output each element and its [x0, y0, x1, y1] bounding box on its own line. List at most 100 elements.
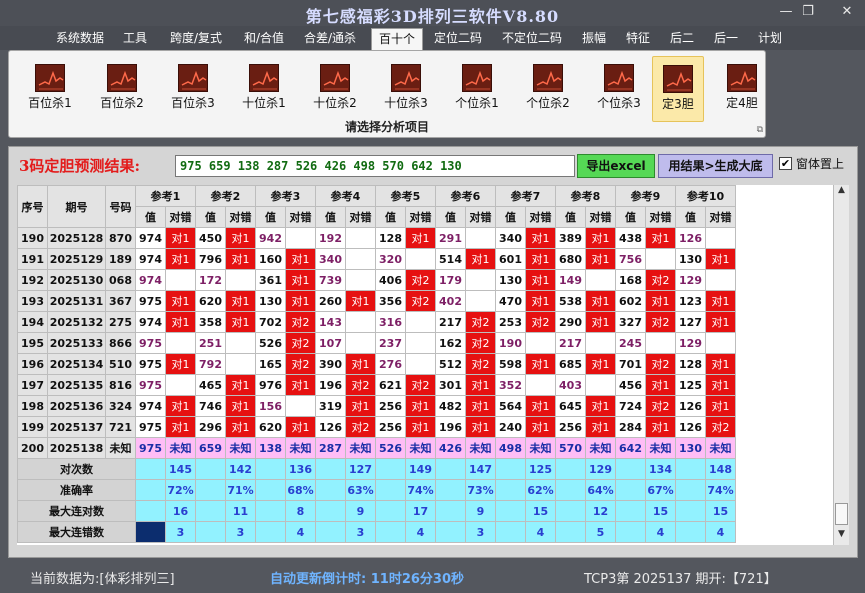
header-ref[interactable]: 参考7	[495, 185, 556, 207]
cell-value[interactable]: 130	[675, 437, 706, 459]
stats-pad[interactable]	[495, 458, 526, 480]
stats-value[interactable]: 134	[645, 458, 676, 480]
stats-label[interactable]: 最大连错数	[17, 521, 136, 543]
cell-value[interactable]: 130	[255, 290, 286, 312]
header-value[interactable]: 值	[495, 206, 526, 228]
stats-pad[interactable]	[195, 500, 226, 522]
cell-value[interactable]: 601	[495, 248, 526, 270]
row-seq[interactable]: 200	[17, 437, 48, 459]
cell-value[interactable]: 358	[195, 311, 226, 333]
cell-hit[interactable]: 对1	[465, 416, 496, 438]
cell-hit[interactable]	[645, 332, 676, 354]
cell-hit[interactable]	[585, 269, 616, 291]
header-value[interactable]: 值	[375, 206, 406, 228]
cell-hit[interactable]: 对2	[405, 374, 436, 396]
stats-pad[interactable]	[555, 500, 586, 522]
menu-system-data[interactable]: 系统数据	[50, 28, 110, 50]
cell-value[interactable]: 126	[675, 395, 706, 417]
stats-pad[interactable]	[495, 521, 526, 543]
row-number[interactable]: 870	[105, 227, 136, 249]
cell-hit[interactable]: 对1	[225, 374, 256, 396]
cell-value[interactable]: 975	[135, 416, 166, 438]
cell-hit[interactable]: 对1	[525, 227, 556, 249]
ribbon-button[interactable]: 定3胆	[652, 56, 704, 122]
cell-value[interactable]: 296	[195, 416, 226, 438]
cell-value[interactable]: 739	[315, 269, 346, 291]
cell-value[interactable]: 974	[135, 248, 166, 270]
cell-hit[interactable]: 对1	[525, 416, 556, 438]
stats-pad[interactable]	[375, 479, 406, 501]
cell-hit[interactable]: 对1	[525, 395, 556, 417]
cell-value[interactable]: 450	[195, 227, 226, 249]
stats-value[interactable]: 12	[585, 500, 616, 522]
cell-value[interactable]: 538	[555, 290, 586, 312]
row-number[interactable]: 未知	[105, 437, 136, 459]
cell-value[interactable]: 659	[195, 437, 226, 459]
stats-value[interactable]: 9	[345, 500, 376, 522]
vertical-scrollbar[interactable]: ▲ ▼	[833, 185, 849, 545]
cell-value[interactable]: 172	[195, 269, 226, 291]
header-value[interactable]: 值	[135, 206, 166, 228]
stats-value[interactable]: 129	[585, 458, 616, 480]
cell-value[interactable]: 319	[315, 395, 346, 417]
cell-value[interactable]: 975	[135, 332, 166, 354]
stats-pad[interactable]	[495, 479, 526, 501]
stats-pad[interactable]	[675, 458, 706, 480]
cell-hit[interactable]: 对2	[405, 290, 436, 312]
cell-value[interactable]: 792	[195, 353, 226, 375]
stats-pad[interactable]	[435, 458, 466, 480]
stats-label[interactable]: 准确率	[17, 479, 136, 501]
stats-pad[interactable]	[675, 479, 706, 501]
cell-value[interactable]: 756	[615, 248, 646, 270]
cell-value[interactable]: 260	[315, 290, 346, 312]
header-value[interactable]: 值	[555, 206, 586, 228]
cell-value[interactable]: 130	[495, 269, 526, 291]
cell-value[interactable]: 403	[555, 374, 586, 396]
cell-value[interactable]: 127	[675, 311, 706, 333]
cell-hit[interactable]: 对1	[345, 395, 376, 417]
row-seq[interactable]: 190	[17, 227, 48, 249]
header-hit[interactable]: 对错	[705, 206, 736, 228]
cell-value[interactable]: 287	[315, 437, 346, 459]
cell-hit[interactable]: 对1	[465, 374, 496, 396]
row-period[interactable]: 2025133	[47, 332, 106, 354]
row-seq[interactable]: 195	[17, 332, 48, 354]
cell-value[interactable]: 621	[375, 374, 406, 396]
cell-value[interactable]: 143	[315, 311, 346, 333]
cell-hit[interactable]: 对1	[585, 290, 616, 312]
header-value[interactable]: 值	[315, 206, 346, 228]
stats-value[interactable]: 4	[285, 521, 316, 543]
cell-value[interactable]: 123	[675, 290, 706, 312]
cell-hit[interactable]: 对1	[225, 227, 256, 249]
stats-pad[interactable]	[675, 500, 706, 522]
cell-hit[interactable]	[465, 227, 496, 249]
cell-value[interactable]: 514	[435, 248, 466, 270]
stats-pad[interactable]	[375, 458, 406, 480]
row-seq[interactable]: 198	[17, 395, 48, 417]
header-number[interactable]: 号码	[105, 185, 136, 228]
menu-digits[interactable]: 百十个	[371, 28, 423, 50]
cell-hit[interactable]: 对2	[285, 353, 316, 375]
stats-value[interactable]: 62%	[525, 479, 556, 501]
cell-value[interactable]: 974	[135, 269, 166, 291]
header-value[interactable]: 值	[675, 206, 706, 228]
cell-hit[interactable]: 对2	[465, 353, 496, 375]
cell-value[interactable]: 253	[495, 311, 526, 333]
stats-value[interactable]: 125	[525, 458, 556, 480]
cell-value[interactable]: 179	[435, 269, 466, 291]
cell-hit[interactable]	[225, 353, 256, 375]
cell-value[interactable]: 356	[375, 290, 406, 312]
cell-hit[interactable]: 未知	[285, 437, 316, 459]
cell-value[interactable]: 162	[435, 332, 466, 354]
row-seq[interactable]: 191	[17, 248, 48, 270]
menu-last-one[interactable]: 后一	[707, 28, 745, 50]
cell-hit[interactable]	[525, 374, 556, 396]
cell-value[interactable]: 284	[615, 416, 646, 438]
header-hit[interactable]: 对错	[225, 206, 256, 228]
stats-value[interactable]: 74%	[405, 479, 436, 501]
cell-value[interactable]: 620	[195, 290, 226, 312]
cell-value[interactable]: 512	[435, 353, 466, 375]
stats-value[interactable]: 3	[165, 521, 196, 543]
cell-value[interactable]: 128	[375, 227, 406, 249]
header-ref[interactable]: 参考6	[435, 185, 496, 207]
